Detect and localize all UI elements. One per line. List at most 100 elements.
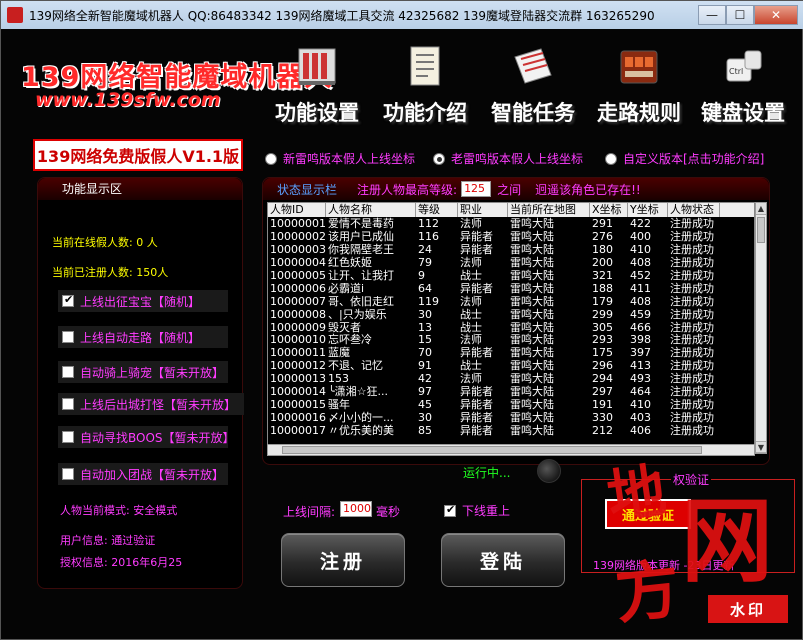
vertical-scrollbar[interactable]: ▲ ▼ [755, 202, 767, 454]
login-button[interactable]: 登陆 [441, 533, 565, 587]
nav-function-intro[interactable]: 功能介绍 [375, 43, 475, 133]
column-header[interactable]: 人物名称 [326, 203, 416, 217]
table-row[interactable]: 10000017 〃优乐美的美 85 异能者 雷鸣大陆 212 406 注册成功 [268, 424, 754, 437]
checkbox-checked[interactable] [444, 503, 456, 517]
table-cell: 10000002 [270, 229, 326, 243]
table-row[interactable]: 10000012 不退、记忆 91 战士 雷鸣大陆 296 413 注册成功 [268, 359, 754, 372]
app-window: 139网络全新智能魔域机器人 QQ:86483342 139网络魔域工具交流 4… [0, 0, 803, 640]
checkbox[interactable] [62, 366, 74, 378]
radio-button[interactable] [605, 152, 617, 165]
table-cell: 10000014 [270, 385, 326, 399]
table-row[interactable]: 10000002 该用户已成仙 116 异能者 雷鸣大陆 276 400 注册成功 [268, 230, 754, 243]
notebook-icon [507, 43, 559, 89]
scroll-down-arrow-icon[interactable]: ▼ [756, 441, 766, 453]
window-title: 139网络全新智能魔域机器人 QQ:86483342 139网络魔域工具交流 4… [29, 8, 655, 23]
table-cell: 116 [418, 229, 439, 243]
table-cell: 、|只为娱乐 [328, 307, 387, 321]
max-level-input[interactable]: 125 [461, 181, 492, 197]
table-cell: 464 [630, 385, 651, 399]
minimize-button[interactable]: — [698, 5, 726, 25]
column-header[interactable]: 人物状态 [668, 203, 720, 217]
option-join-team[interactable]: 自动加入团战【暂未开放】 [58, 463, 228, 485]
table-row[interactable]: 10000003 你我隔壁老王 24 异能者 雷鸣大陆 180 410 注册成功 [268, 243, 754, 256]
nav-keyboard-settings[interactable]: Ctrl 键盘设置 [693, 43, 793, 133]
scroll-up-arrow-icon[interactable]: ▲ [756, 203, 766, 215]
nav-walk-rules[interactable]: 走路规则 [589, 43, 689, 133]
option-label: 上线后出城打怪【暂未开放】 [80, 397, 237, 412]
column-header[interactable]: 职业 [458, 203, 508, 217]
column-header[interactable]: 当前所在地图 [508, 203, 590, 217]
column-header[interactable]: X坐标 [590, 203, 628, 217]
radio-custom-version[interactable]: 自定义版本[点击功能介绍] [605, 150, 764, 167]
table-cell: 411 [630, 281, 651, 295]
radio-button-selected[interactable] [433, 152, 445, 165]
table-cell: 10000001 [270, 217, 326, 230]
option-find-boss[interactable]: 自动寻找BOOS【暂未开放】 [58, 426, 235, 448]
exists-message: 迥遥该角色已存在!! [535, 182, 641, 197]
reconnect-option[interactable]: 下线重上 [444, 502, 510, 519]
nav-function-settings[interactable]: 功能设置 [267, 43, 367, 133]
column-header[interactable]: Y坐标 [628, 203, 668, 217]
option-auto-ride[interactable]: 自动骑上骑宠【暂未开放】 [58, 361, 228, 383]
column-header[interactable]: 等级 [416, 203, 458, 217]
table-cell: 112 [418, 217, 439, 230]
register-button[interactable]: 注册 [281, 533, 405, 587]
running-status: 运行中... [463, 466, 511, 480]
table-cell: 422 [630, 217, 651, 230]
table-row[interactable]: 10000006 必霸道i 64 异能者 雷鸣大陆 188 411 注册成功 [268, 282, 754, 295]
maximize-button[interactable]: ☐ [726, 5, 754, 25]
table-cell: 法师 [460, 255, 482, 269]
checkbox-checked[interactable] [62, 293, 74, 307]
table-row[interactable]: 10000013 153 42 法师 雷鸣大陆 294 493 注册成功 [268, 372, 754, 385]
option-summon-pet[interactable]: 上线出征宝宝【随机】 [58, 290, 228, 312]
table-row[interactable]: 10000001 爱情不是毒药 112 法师 雷鸣大陆 291 422 注册成功 [268, 217, 754, 230]
radio-new-version[interactable]: 新雷鸣版本假人上线坐标 [265, 150, 415, 167]
table-row[interactable]: 10000014 ╰潇湘☆狂... 97 异能者 雷鸣大陆 297 464 注册成功 [268, 385, 754, 398]
interval-input[interactable]: 1000 [340, 501, 372, 517]
table-cell: 406 [630, 424, 651, 437]
table-cell: 452 [630, 268, 651, 282]
radio-old-version[interactable]: 老雷鸣版本假人上线坐标 [433, 150, 583, 167]
table-row[interactable]: 10000005 让开、让我打 9 战士 雷鸣大陆 321 452 注册成功 [268, 269, 754, 282]
table-row[interactable]: 10000016 〆小小的一... 30 异能者 雷鸣大陆 330 403 注册成功 [268, 411, 754, 424]
nav-label: 智能任务 [491, 101, 575, 125]
checkbox[interactable] [62, 468, 74, 480]
checkbox[interactable] [62, 331, 74, 343]
character-table[interactable]: 人物ID 人物名称 等级 职业 当前所在地图 X坐标 Y坐标 人物状态 1000… [267, 202, 755, 454]
table-row[interactable]: 10000011 蓝魔 70 异能者 雷鸣大陆 175 397 注册成功 [268, 346, 754, 359]
nav-smart-task[interactable]: 智能任务 [483, 43, 583, 133]
table-row[interactable]: 10000004 红色妖姬 79 法师 雷鸣大陆 200 408 注册成功 [268, 256, 754, 269]
option-auto-walk[interactable]: 上线自动走路【随机】 [58, 326, 228, 348]
table-cell: 雷鸣大陆 [510, 307, 554, 321]
table-row[interactable]: 10000009 毁灭者 13 战士 雷鸣大陆 305 466 注册成功 [268, 321, 754, 334]
checkbox[interactable] [62, 398, 74, 410]
table-cell: 70 [418, 346, 432, 360]
radio-button[interactable] [265, 152, 277, 165]
table-cell: 注册成功 [670, 255, 714, 269]
table-cell: 191 [592, 398, 613, 412]
table-cell: 97 [418, 385, 432, 399]
table-row[interactable]: 10000015 骚年 45 异能者 雷鸣大陆 191 410 注册成功 [268, 398, 754, 411]
table-cell: 45 [418, 398, 432, 412]
reconnect-label: 下线重上 [462, 504, 511, 518]
logo-url: www.139sfw.com [35, 89, 221, 111]
table-cell: 297 [592, 385, 613, 399]
column-header[interactable]: 人物ID [268, 203, 326, 217]
table-row[interactable]: 10000010 忘吥叁冷 15 法师 雷鸣大陆 293 398 注册成功 [268, 333, 754, 346]
keyboard-icon: Ctrl [717, 43, 769, 89]
title-bar[interactable]: 139网络全新智能魔域机器人 QQ:86483342 139网络魔域工具交流 4… [1, 1, 803, 29]
option-leave-city[interactable]: 上线后出城打怪【暂未开放】 [58, 393, 244, 415]
table-cell: 408 [630, 255, 651, 269]
checkbox[interactable] [62, 431, 74, 443]
table-cell: 413 [630, 359, 651, 373]
close-button[interactable]: ✕ [754, 5, 798, 25]
scroll-thumb[interactable] [757, 217, 765, 243]
table-row[interactable]: 10000007 哥、依旧走红 119 法师 雷鸣大陆 179 408 注册成功 [268, 295, 754, 308]
table-row[interactable]: 10000008 、|只为娱乐 30 战士 雷鸣大陆 299 459 注册成功 [268, 308, 754, 321]
table-cell: 493 [630, 372, 651, 386]
table-cell: 爱情不是毒药 [328, 217, 394, 230]
horizontal-scrollbar[interactable] [267, 444, 755, 456]
table-cell: 注册成功 [670, 217, 714, 230]
table-cell: 雷鸣大陆 [510, 242, 554, 256]
table-cell: 异能者 [460, 346, 493, 360]
